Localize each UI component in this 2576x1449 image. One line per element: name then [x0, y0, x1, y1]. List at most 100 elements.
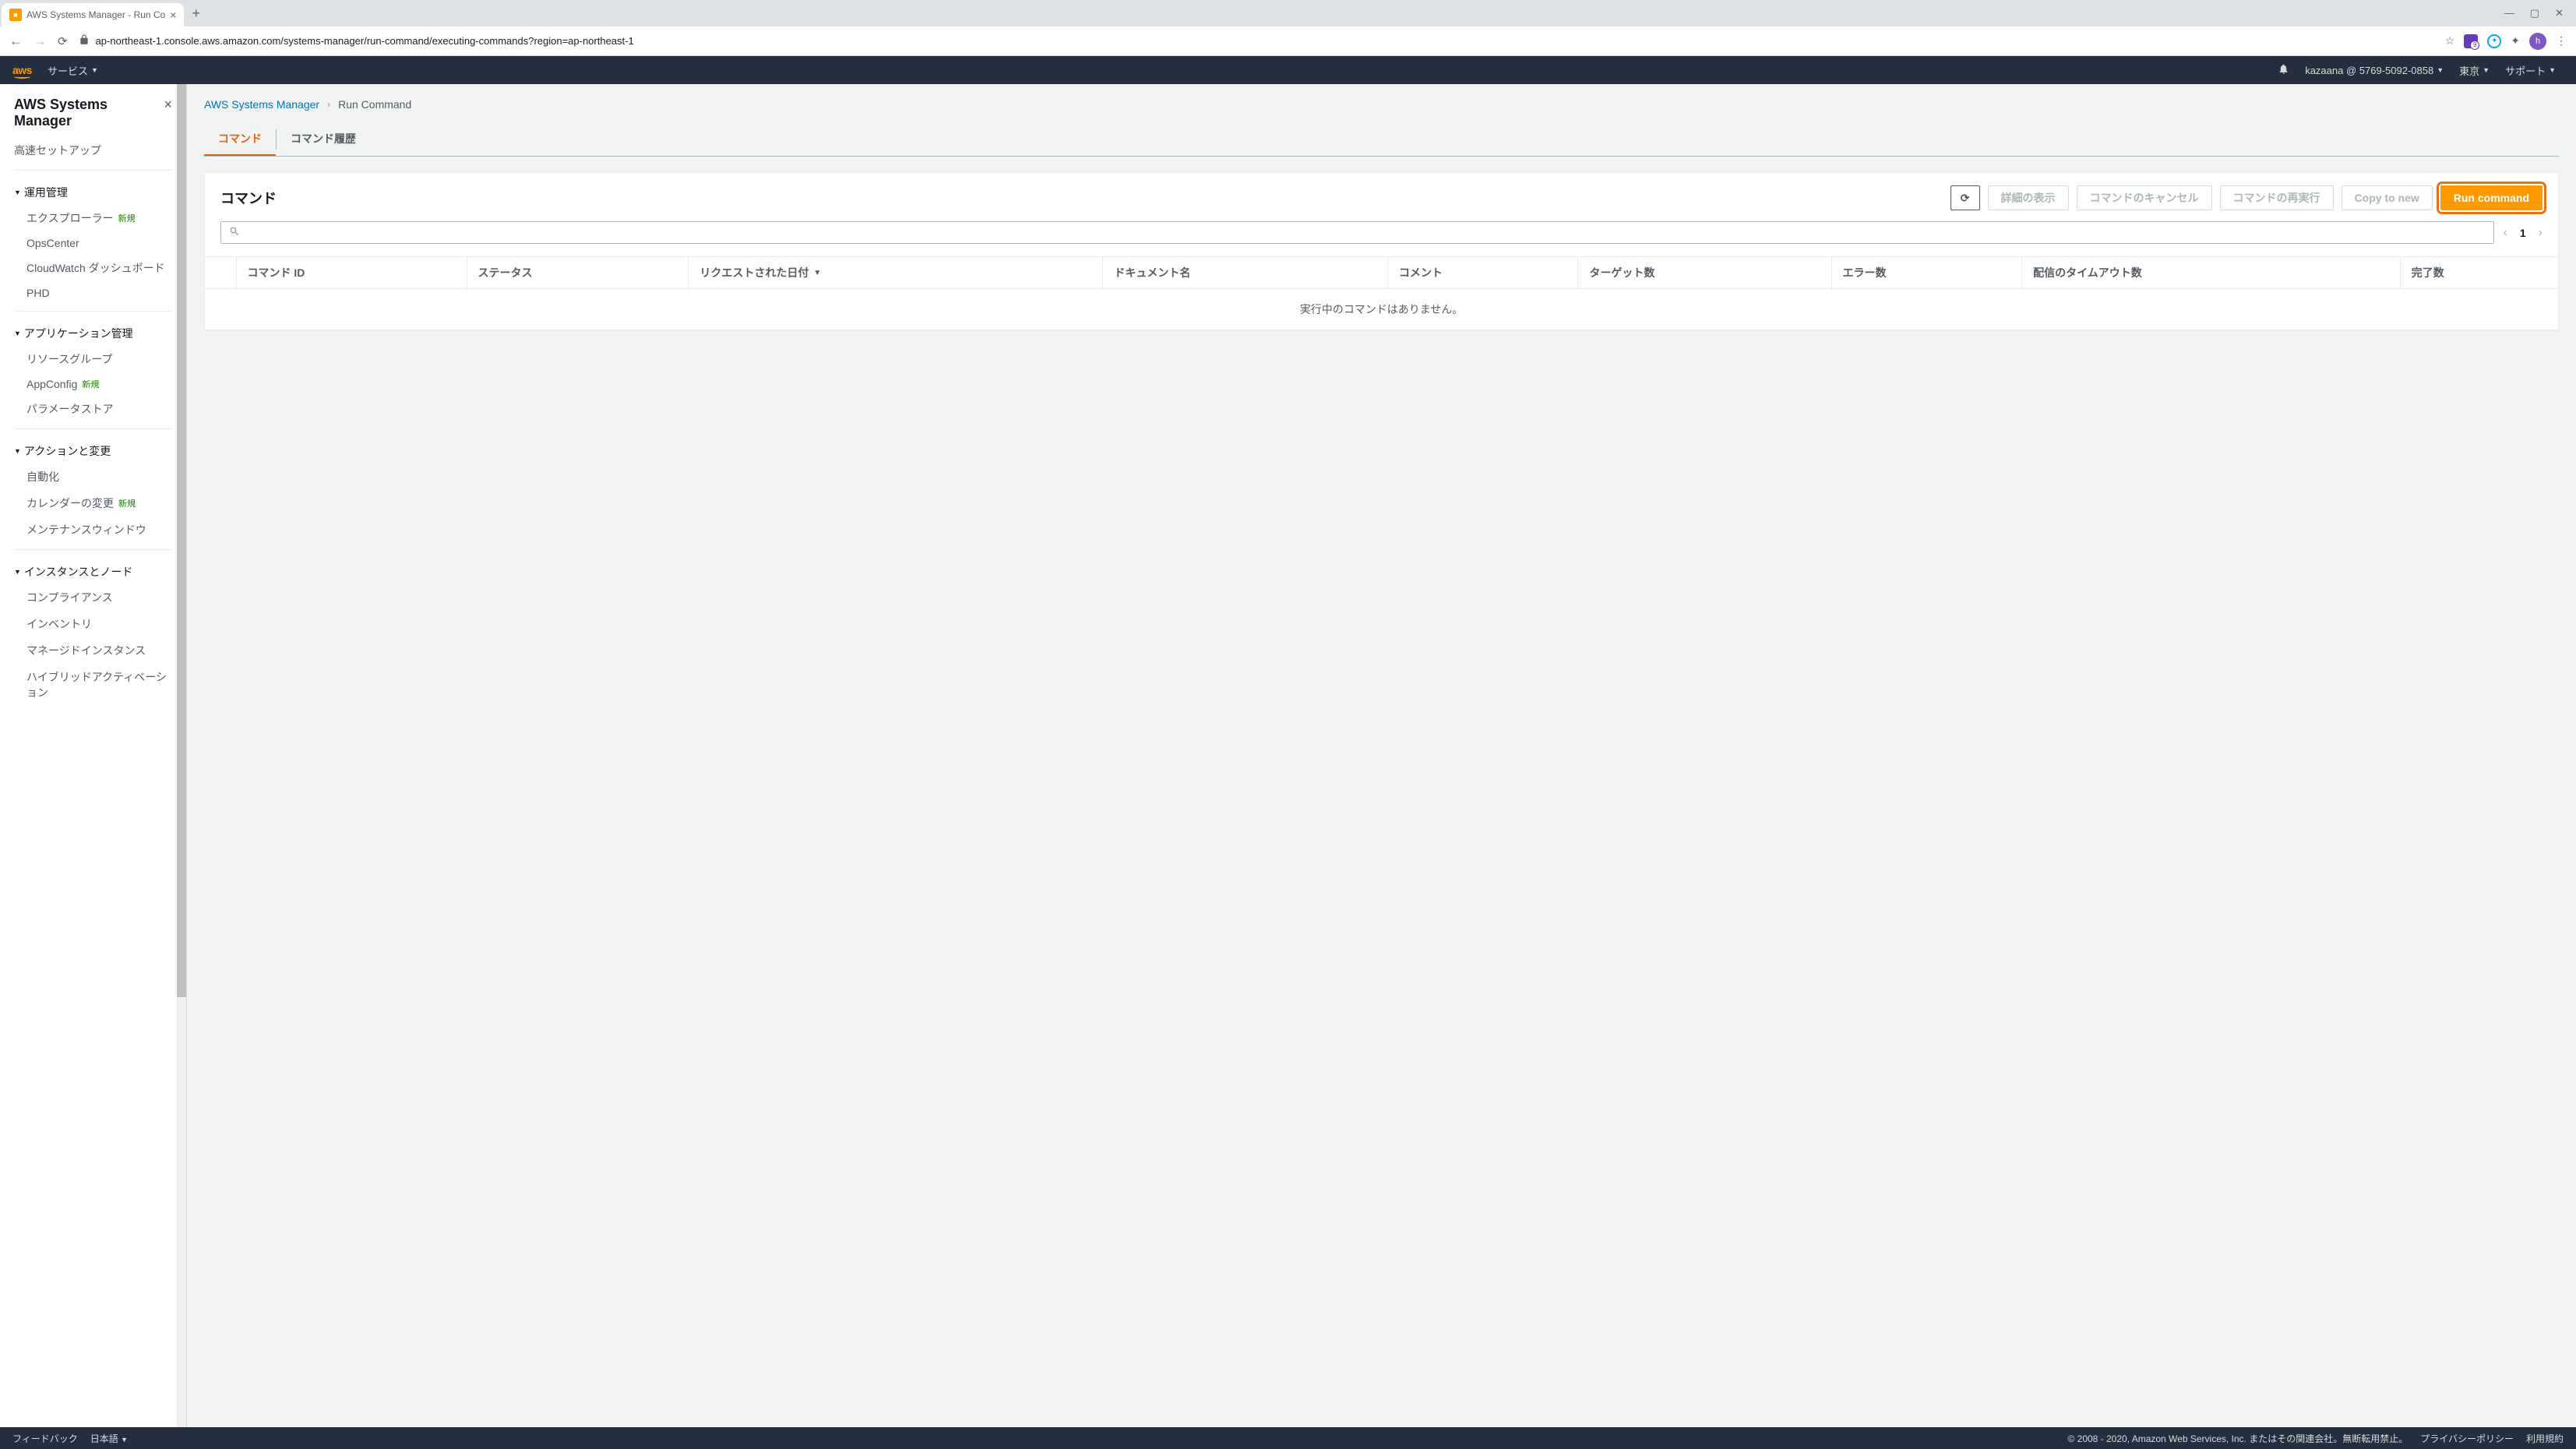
divider [14, 428, 172, 429]
sidebar-item-explorer[interactable]: エクスプローラー新規 [0, 205, 186, 231]
new-tab-button[interactable]: + [184, 5, 208, 22]
search-row: ‹ 1 › [205, 217, 2558, 256]
column-command-id[interactable]: コマンド ID [236, 257, 467, 289]
sidebar-scrollbar[interactable] [177, 84, 186, 1427]
minimize-icon[interactable]: — [2504, 7, 2514, 19]
divider [14, 549, 172, 550]
services-label: サービス [48, 63, 88, 78]
sidebar-item-hybrid-activations[interactable]: ハイブリッドアクティベーション [0, 664, 186, 706]
search-box[interactable] [220, 221, 2494, 244]
sidebar-item-compliance[interactable]: コンプライアンス [0, 584, 186, 611]
sidebar-item-managed-instances[interactable]: マネージドインスタンス [0, 637, 186, 664]
services-menu[interactable]: サービス ▼ [48, 63, 98, 78]
sidebar-item-change-calendar[interactable]: カレンダーの変更新規 [0, 490, 186, 516]
sidebar-item-automation[interactable]: 自動化 [0, 464, 186, 490]
sidebar-item-opscenter[interactable]: OpsCenter [0, 231, 186, 255]
details-button[interactable]: 詳細の表示 [1988, 185, 2069, 210]
sidebar-item-appconfig[interactable]: AppConfig新規 [0, 372, 186, 396]
refresh-button[interactable]: ⟳ [1951, 185, 1980, 210]
star-icon[interactable]: ☆ [2445, 34, 2455, 48]
next-page-icon[interactable]: › [2539, 226, 2543, 240]
window-controls: — ▢ ✕ [2504, 7, 2574, 19]
terms-link[interactable]: 利用規約 [2526, 1432, 2564, 1445]
column-error-count[interactable]: エラー数 [1831, 257, 2022, 289]
url-text: ap-northeast-1.console.aws.amazon.com/sy… [96, 35, 634, 47]
copy-to-new-button[interactable]: Copy to new [2342, 185, 2433, 210]
sidebar-item-quick-setup[interactable]: 高速セットアップ [0, 137, 186, 164]
column-timeout-count[interactable]: 配信のタイムアウト数 [2022, 257, 2401, 289]
language-selector[interactable]: 日本語 ▼ [90, 1432, 128, 1445]
sidebar: AWS Systems Manager × 高速セットアップ ▼運用管理 エクス… [0, 84, 187, 1427]
sidebar-item-maintenance[interactable]: メンテナンスウィンドウ [0, 516, 186, 543]
sidebar-item-cloudwatch[interactable]: CloudWatch ダッシュボード [0, 255, 186, 281]
browser-tab-strip: ■ AWS Systems Manager - Run Co × + — ▢ ✕ [0, 0, 2576, 26]
breadcrumb-current: Run Command [338, 98, 411, 111]
footer: フィードバック 日本語 ▼ © 2008 - 2020, Amazon Web … [0, 1427, 2576, 1449]
sidebar-item-inventory[interactable]: インベントリ [0, 611, 186, 637]
support-menu[interactable]: サポート ▼ [2497, 63, 2564, 78]
tabs: コマンド コマンド履歴 [204, 123, 2559, 157]
column-complete-count[interactable]: 完了数 [2400, 257, 2558, 289]
maximize-icon[interactable]: ▢ [2530, 7, 2539, 19]
prev-page-icon[interactable]: ‹ [2504, 226, 2507, 240]
close-window-icon[interactable]: ✕ [2555, 7, 2564, 19]
tab-commands[interactable]: コマンド [204, 123, 276, 156]
back-icon[interactable]: ← [9, 33, 23, 49]
chevron-down-icon: ▼ [14, 568, 21, 576]
profile-avatar[interactable]: h [2529, 33, 2546, 50]
table-header-row: コマンド ID ステータス リクエストされた日付▼ ドキュメント名 コメント タ… [205, 257, 2558, 289]
run-command-button[interactable]: Run command [2440, 185, 2543, 210]
column-document-name[interactable]: ドキュメント名 [1103, 257, 1387, 289]
extension-blue-icon[interactable]: ✦ [2487, 34, 2501, 48]
chevron-down-icon: ▼ [14, 189, 21, 196]
column-status[interactable]: ステータス [467, 257, 689, 289]
sidebar-section-ops[interactable]: ▼運用管理 [0, 177, 186, 205]
extensions-puzzle-icon[interactable]: ✦ [2511, 34, 2520, 48]
sidebar-section-actions[interactable]: ▼アクションと変更 [0, 435, 186, 464]
section-label: インスタンスとノード [24, 564, 132, 580]
sidebar-item-phd[interactable]: PHD [0, 281, 186, 305]
sidebar-item-parameter-store[interactable]: パラメータストア [0, 396, 186, 422]
column-comment[interactable]: コメント [1387, 257, 1578, 289]
account-menu[interactable]: kazaana @ 5769-5092-0858 ▼ [2297, 65, 2451, 76]
forward-icon[interactable]: → [33, 33, 47, 49]
chevron-right-icon: › [327, 99, 330, 110]
sidebar-section-instances[interactable]: ▼インスタンスとノード [0, 556, 186, 584]
search-input[interactable] [246, 227, 2486, 239]
cancel-button[interactable]: コマンドのキャンセル [2077, 185, 2212, 210]
caret-down-icon: ▼ [2483, 66, 2490, 74]
caret-down-icon: ▼ [2549, 66, 2556, 74]
aws-logo[interactable]: aws [12, 64, 32, 76]
privacy-link[interactable]: プライバシーポリシー [2420, 1432, 2514, 1445]
column-requested-date[interactable]: リクエストされた日付▼ [689, 257, 1103, 289]
caret-down-icon: ▼ [91, 66, 98, 74]
column-target-count[interactable]: ターゲット数 [1578, 257, 1831, 289]
reload-icon[interactable]: ⟳ [58, 34, 68, 48]
panel-header: コマンド ⟳ 詳細の表示 コマンドのキャンセル コマンドの再実行 Copy to… [205, 173, 2558, 217]
sidebar-item-resource-groups[interactable]: リソースグループ [0, 346, 186, 372]
sidebar-title: AWS Systems Manager [14, 97, 164, 129]
sidebar-close-icon[interactable]: × [164, 97, 172, 113]
content: AWS Systems Manager › Run Command コマンド コ… [187, 84, 2576, 1427]
panel-title: コマンド [220, 188, 277, 208]
rerun-button[interactable]: コマンドの再実行 [2220, 185, 2334, 210]
sort-desc-icon: ▼ [813, 269, 821, 277]
feedback-link[interactable]: フィードバック [12, 1432, 78, 1445]
notifications-button[interactable] [2270, 63, 2297, 77]
chevron-down-icon: ▼ [14, 447, 21, 455]
extension-purple-icon[interactable] [2464, 34, 2478, 48]
tab-history[interactable]: コマンド履歴 [277, 123, 370, 156]
browser-tab[interactable]: ■ AWS Systems Manager - Run Co × [2, 3, 184, 26]
divider [14, 311, 172, 312]
chevron-down-icon: ▼ [14, 330, 21, 337]
breadcrumb-root[interactable]: AWS Systems Manager [204, 98, 319, 111]
url-bar[interactable]: ap-northeast-1.console.aws.amazon.com/sy… [79, 34, 2434, 48]
aws-favicon: ■ [9, 9, 22, 21]
new-badge: 新規 [82, 378, 99, 390]
sidebar-header: AWS Systems Manager × [0, 84, 186, 137]
select-all-column[interactable] [205, 257, 236, 289]
region-menu[interactable]: 東京 ▼ [2451, 63, 2497, 78]
browser-menu-icon[interactable]: ⋮ [2556, 34, 2567, 48]
tab-close-icon[interactable]: × [170, 9, 176, 21]
sidebar-section-app[interactable]: ▼アプリケーション管理 [0, 318, 186, 346]
